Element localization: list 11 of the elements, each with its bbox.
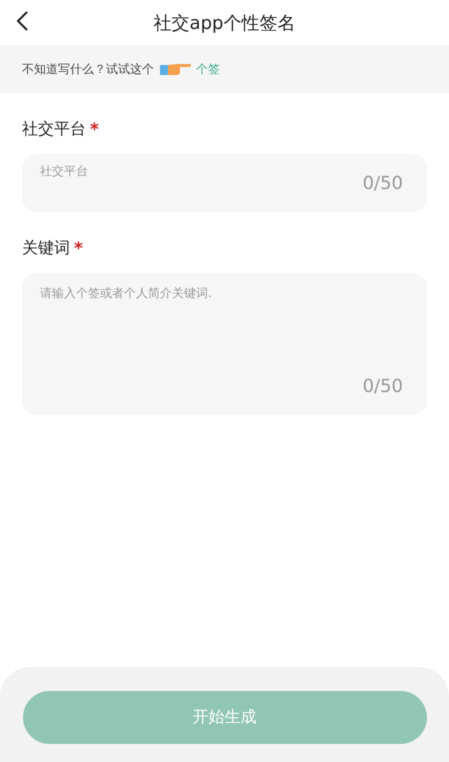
character-count: 0/50 — [362, 376, 403, 397]
tip-text: 不知道写什么？试试这个 — [22, 60, 154, 78]
tip-link[interactable]: 个签 — [196, 60, 220, 78]
back-icon[interactable] — [15, 10, 29, 32]
field-label: 关键词 — [22, 238, 70, 259]
character-count: 0/50 — [362, 173, 403, 194]
required-mark: * — [90, 120, 99, 140]
required-mark: * — [74, 238, 83, 258]
page-title: 社交app个性签名 — [154, 12, 296, 34]
pointing-hand-icon — [160, 62, 192, 76]
field-label: 社交平台 — [22, 119, 86, 140]
